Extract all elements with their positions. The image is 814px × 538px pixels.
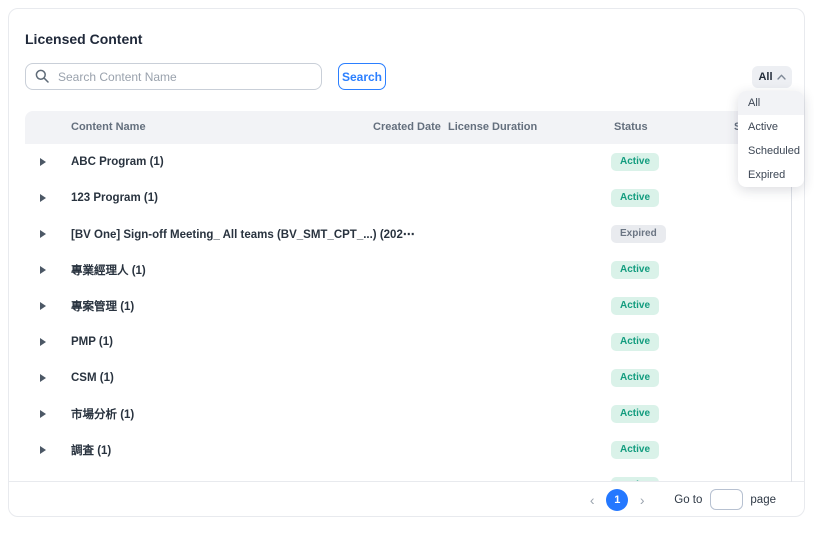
goto-page-input[interactable]	[710, 489, 743, 510]
status-badge: Active	[611, 297, 659, 315]
table-row[interactable]: 專業經理人 (1) Active	[25, 252, 791, 288]
search-input[interactable]	[25, 63, 322, 90]
content-name: ABC Program (1)	[71, 156, 164, 168]
status-badge: Active	[611, 189, 659, 207]
search-button[interactable]: Search	[338, 63, 386, 90]
content-name: CSM (1)	[71, 372, 114, 384]
table-row[interactable]: PMP (1) Active	[25, 324, 791, 360]
menu-item-scheduled[interactable]: Scheduled	[738, 139, 804, 163]
table-row[interactable]: 市場分析 (1) Active	[25, 396, 791, 432]
table-row[interactable]: CSM (1) Active	[25, 360, 791, 396]
table-row-partial[interactable]: Active	[25, 468, 791, 482]
expand-row-icon[interactable]	[40, 410, 46, 418]
content-name: 市場分析 (1)	[71, 406, 134, 422]
table-body: ABC Program (1) Active 123 Program (1) A…	[25, 144, 791, 482]
filter-selected-label: All	[758, 71, 772, 83]
status-badge: Expired	[611, 225, 666, 243]
content-name: 調査 (1)	[71, 442, 111, 458]
content-name: PMP (1)	[71, 336, 113, 348]
expand-row-icon[interactable]	[40, 338, 46, 346]
expand-row-icon[interactable]	[40, 158, 46, 166]
status-badge: Active	[611, 405, 659, 423]
column-header-created-date: Created Date	[373, 121, 441, 133]
table-row[interactable]: [BV One] Sign-off Meeting_ All teams (BV…	[25, 216, 791, 252]
page-title: Licensed Content	[25, 31, 142, 47]
content-name: 專案管理 (1)	[71, 298, 134, 314]
page-label: page	[750, 494, 776, 506]
table-row[interactable]: 調査 (1) Active	[25, 432, 791, 468]
content-name: [BV One] Sign-off Meeting_ All teams (BV…	[71, 227, 414, 241]
expand-row-icon[interactable]	[40, 266, 46, 274]
licensed-content-panel: Licensed Content Search All Content Name…	[8, 8, 805, 517]
chevron-up-icon	[777, 74, 786, 80]
column-header-content-name: Content Name	[71, 121, 146, 133]
menu-item-all[interactable]: All	[738, 91, 804, 115]
status-badge: Active	[611, 153, 659, 171]
expand-row-icon[interactable]	[40, 230, 46, 238]
expand-row-icon[interactable]	[40, 194, 46, 202]
status-badge: Active	[611, 261, 659, 279]
expand-row-icon[interactable]	[40, 374, 46, 382]
column-header-license-duration: License Duration	[448, 121, 537, 133]
page-1-button[interactable]: 1	[606, 489, 628, 511]
status-badge: Active	[611, 369, 659, 387]
expand-row-icon[interactable]	[40, 446, 46, 454]
table-row[interactable]: ABC Program (1) Active	[25, 144, 791, 180]
menu-item-active[interactable]: Active	[738, 115, 804, 139]
next-page-button[interactable]: ›	[634, 493, 650, 507]
prev-page-button[interactable]: ‹	[584, 493, 600, 507]
table-row[interactable]: 專案管理 (1) Active	[25, 288, 791, 324]
menu-item-expired[interactable]: Expired	[738, 163, 804, 187]
table-row[interactable]: 123 Program (1) Active	[25, 180, 791, 216]
status-filter-menu: All Active Scheduled Expired	[738, 91, 804, 187]
status-filter-dropdown-button[interactable]: All	[752, 66, 792, 88]
content-name: 專業經理人 (1)	[71, 262, 146, 278]
search-input-wrapper	[25, 63, 322, 90]
goto-label: Go to	[674, 494, 702, 506]
content-name: 123 Program (1)	[71, 192, 158, 204]
expand-row-icon[interactable]	[40, 302, 46, 310]
table-header: Content Name Created Date License Durati…	[25, 111, 791, 144]
status-badge: Active	[611, 333, 659, 351]
status-badge: Active	[611, 441, 659, 459]
column-header-status: Status	[614, 121, 648, 133]
pagination: ‹ 1 › Go to page	[9, 482, 804, 517]
